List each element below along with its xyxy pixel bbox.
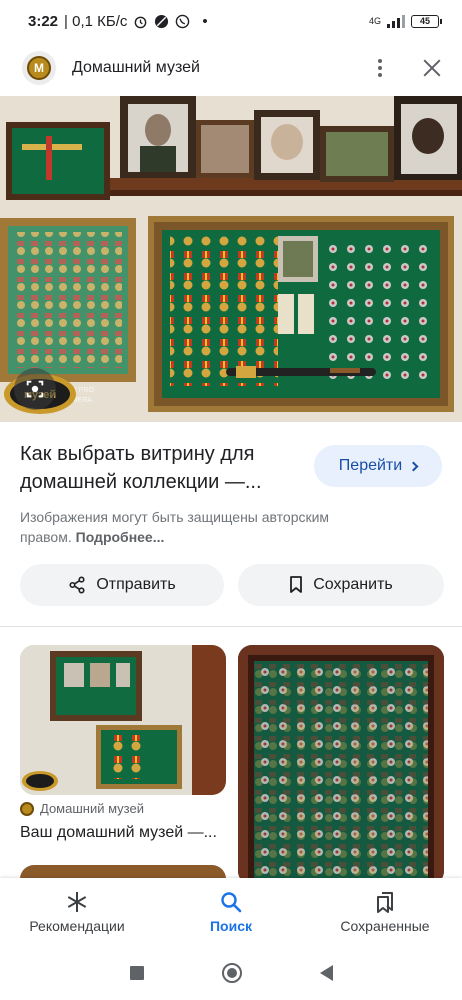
status-left: 3:22 | 0,1 КБ/с • <box>28 13 208 30</box>
home-icon[interactable] <box>221 963 242 983</box>
visit-button-label: Перейти <box>338 457 403 474</box>
save-button-label: Сохранить <box>313 576 393 593</box>
site-logo-letter: М <box>27 56 51 80</box>
nav-recommendations[interactable]: Рекомендации <box>0 878 154 946</box>
battery-level: 45 <box>411 14 439 28</box>
main-image[interactable]: ТЕ 8 PRO CAMERA музей <box>0 96 462 422</box>
nav-recommendations-label: Рекомендации <box>29 918 125 934</box>
visit-button[interactable]: Перейти <box>314 445 442 487</box>
bookmark-icon <box>290 576 303 593</box>
nav-saved-label: Сохраненные <box>340 918 430 934</box>
status-network-speed: | 0,1 КБ/с <box>64 12 128 30</box>
lens-search-icon[interactable] <box>14 368 56 410</box>
result-title[interactable]: Как выбрать витрину для домашней коллекц… <box>20 440 310 496</box>
viber-icon <box>176 14 190 28</box>
source-logo <box>20 801 34 816</box>
search-icon <box>221 892 242 913</box>
do-not-disturb-icon <box>155 14 169 28</box>
bottom-navigation: Рекомендации Поиск Сохраненные <box>0 878 462 946</box>
related-source[interactable]: Домашний музей <box>20 801 144 816</box>
battery-icon: 45 <box>411 14 442 28</box>
site-logo[interactable]: М <box>22 51 56 85</box>
divider <box>0 626 462 627</box>
learn-more-link[interactable]: Подробнее... <box>76 529 165 545</box>
network-type: 4G <box>368 16 381 26</box>
close-icon[interactable] <box>420 56 444 80</box>
system-navigation <box>0 946 462 1000</box>
share-icon <box>69 576 85 594</box>
chevron-right-icon <box>408 461 419 472</box>
bookmarks-icon <box>377 892 393 913</box>
related-image-1[interactable] <box>20 645 226 795</box>
viewer-header: М Домашний музей <box>0 42 462 94</box>
share-button-label: Отправить <box>96 576 176 593</box>
nav-search[interactable]: Поиск <box>154 878 308 946</box>
status-time: 3:22 <box>28 12 59 30</box>
save-button[interactable]: Сохранить <box>238 564 444 606</box>
status-dot: • <box>202 12 208 30</box>
back-icon[interactable] <box>319 965 333 981</box>
copyright-text: Изображения могут быть защищены авторски… <box>20 509 330 545</box>
site-title[interactable]: Домашний музей <box>72 59 200 77</box>
share-button[interactable]: Отправить <box>20 564 224 606</box>
status-right: 4G 45 <box>368 14 442 28</box>
recent-apps-icon[interactable] <box>129 966 144 980</box>
related-title[interactable]: Ваш домашний музей —... <box>20 824 217 842</box>
related-source-name: Домашний музей <box>40 801 144 816</box>
more-options-icon[interactable] <box>368 56 392 80</box>
signal-icon <box>387 14 405 28</box>
copyright-notice: Изображения могут быть защищены авторски… <box>20 507 380 547</box>
collection-photo: ТЕ 8 PRO CAMERA музей <box>0 96 462 422</box>
nav-search-label: Поиск <box>209 918 252 934</box>
nav-saved[interactable]: Сохраненные <box>308 878 462 946</box>
alarm-icon <box>135 16 147 28</box>
asterisk-icon <box>67 892 87 912</box>
status-bar: 3:22 | 0,1 КБ/с • 4G 45 <box>0 0 462 42</box>
related-image-2[interactable] <box>238 645 444 885</box>
